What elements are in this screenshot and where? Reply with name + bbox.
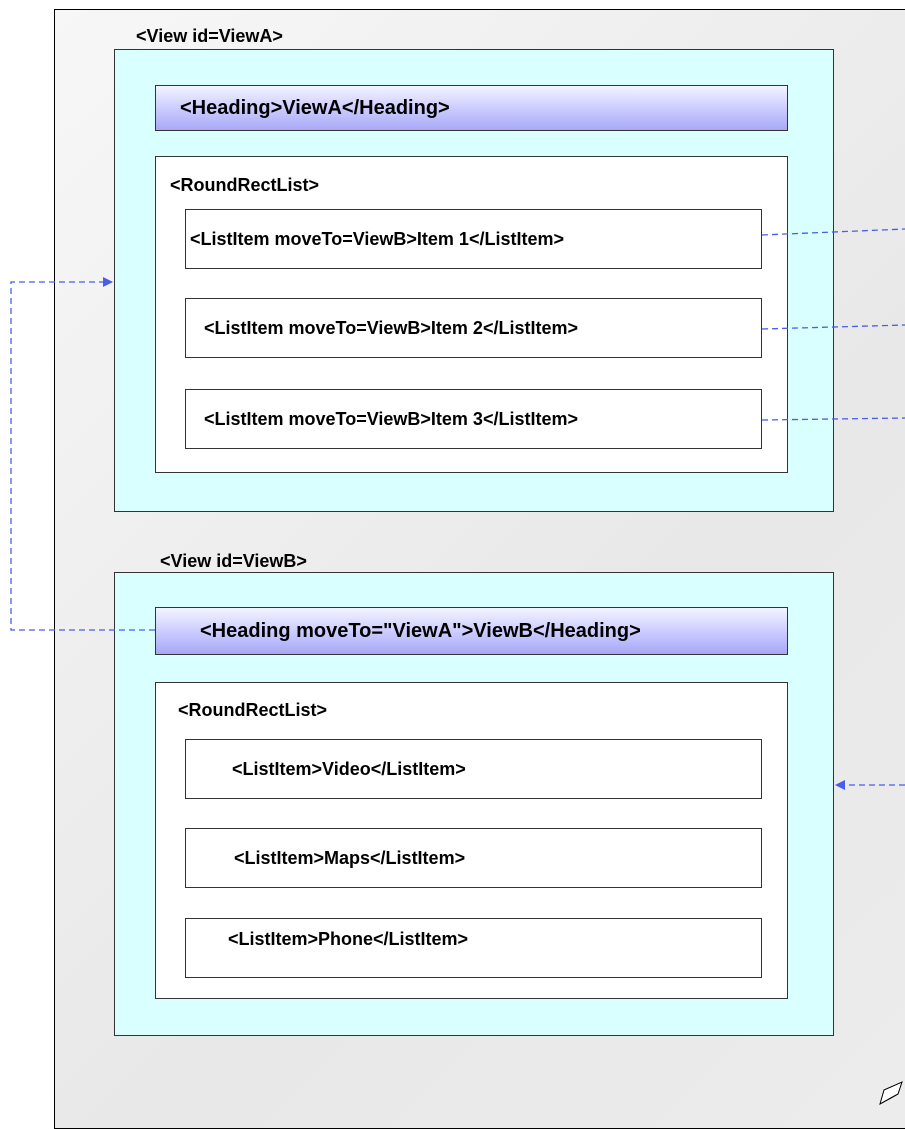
connector-layer: [10, 228, 905, 790]
connector-item2-to-viewb: [761, 324, 905, 330]
connector-item3-to-viewb: [761, 417, 905, 421]
connector-item1-to-viewb: [761, 228, 905, 236]
pencil-icon: [879, 1081, 903, 1106]
connector-viewb-to-viewa: [10, 277, 155, 631]
